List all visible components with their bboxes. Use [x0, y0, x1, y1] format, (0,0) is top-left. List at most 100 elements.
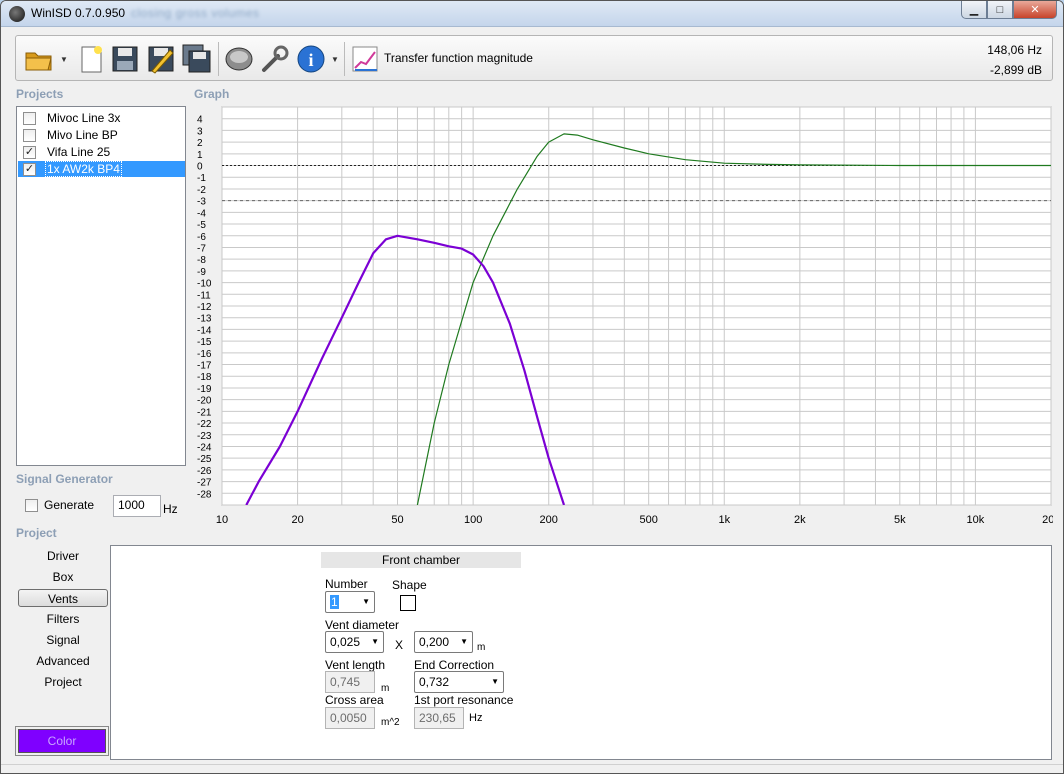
title-bar[interactable]: WinISD 0.7.0.950 closing gross volumes ▁… [1, 1, 1063, 27]
cursor-level-readout: -2,899 dB [989, 63, 1042, 77]
vent-height-value: 0,200 [419, 635, 450, 649]
x-tick-label: 2k [794, 514, 806, 526]
svg-text:i: i [308, 50, 313, 70]
project-checkbox[interactable] [23, 128, 36, 142]
x-tick-label: 100 [464, 514, 482, 526]
vent-length-label: Vent length [325, 658, 386, 672]
save-icon[interactable] [110, 44, 140, 74]
settings-wrench-icon[interactable] [260, 44, 290, 74]
open-folder-icon[interactable] [24, 44, 54, 74]
number-select[interactable]: 1 ▼ [325, 591, 375, 613]
nav-project[interactable]: Project [18, 673, 108, 691]
graph-section-label: Graph [194, 87, 230, 101]
port-resonance-field: 230,65 [414, 707, 464, 729]
vent-height-select[interactable]: 0,200 ▼ [414, 631, 473, 653]
color-button[interactable]: Color [18, 729, 106, 753]
generator-frequency-input[interactable]: 1000 [113, 495, 161, 517]
app-icon [9, 6, 25, 22]
open-dropdown-chevron-down-icon[interactable]: ▼ [60, 55, 68, 64]
x-tick-label: 20 [291, 514, 303, 526]
y-tick-label: -13 [197, 314, 212, 325]
end-correction-value: 0,732 [419, 675, 450, 689]
new-document-icon[interactable] [76, 44, 106, 74]
graph-type-label[interactable]: Transfer function magnitude [384, 51, 533, 65]
y-tick-label: -9 [197, 267, 206, 278]
y-tick-label: -14 [197, 325, 212, 336]
y-tick-label: -1 [197, 173, 206, 184]
save-as-icon[interactable] [146, 44, 176, 74]
nav-advanced[interactable]: Advanced [18, 652, 108, 670]
shape-selector[interactable] [400, 595, 416, 611]
y-tick-label: -2 [197, 185, 206, 196]
close-button[interactable]: ✕ [1013, 1, 1057, 19]
y-tick-label: -3 [197, 197, 206, 208]
project-section-label: Project [16, 526, 57, 540]
shape-label: Shape [392, 578, 427, 592]
cross-area-label: Cross area [325, 693, 384, 707]
project-item[interactable]: Mivo Line BP [18, 127, 185, 143]
nav-vents[interactable]: Vents [18, 589, 108, 607]
project-checkbox[interactable] [23, 111, 36, 125]
info-icon[interactable]: i [296, 44, 326, 74]
nav-driver[interactable]: Driver [18, 547, 108, 565]
y-tick-label: 2 [197, 138, 203, 149]
vent-diameter-select[interactable]: 0,025 ▼ [325, 631, 384, 653]
nav-signal[interactable]: Signal [18, 631, 108, 649]
window-controls: ▁ □ ✕ [961, 1, 1057, 20]
project-item[interactable]: Mivoc Line 3x [18, 110, 185, 126]
x-tick-label: 50 [391, 514, 403, 526]
cross-area-unit: m^2 [381, 717, 400, 728]
y-tick-label: -6 [197, 232, 206, 243]
y-tick-label: 1 [197, 150, 203, 161]
y-tick-label: -16 [197, 349, 212, 360]
nav-box[interactable]: Box [18, 568, 108, 586]
minimize-button[interactable]: ▁ [961, 1, 987, 19]
nav-filters[interactable]: Filters [18, 610, 108, 628]
vent-diameter-value: 0,025 [330, 635, 361, 649]
cross-area-field: 0,0050 [325, 707, 375, 729]
transfer-function-graph[interactable]: 43210-1-2-3-4-5-6-7-8-9-10-11-12-13-14-1… [191, 101, 1053, 529]
toolbar-separator [344, 42, 345, 76]
driver-icon[interactable] [224, 44, 254, 74]
project-checkbox[interactable]: ✓ [23, 145, 36, 159]
vent-diameter-label: Vent diameter [325, 618, 400, 632]
x-tick-label: 5k [894, 514, 906, 526]
save-all-icon[interactable] [182, 44, 212, 74]
generate-toggle[interactable]: Generate [25, 498, 94, 512]
y-tick-label: -26 [197, 466, 212, 477]
vents-panel [110, 545, 1052, 760]
projects-list[interactable]: Mivoc Line 3x Mivo Line BP ✓ Vifa Line 2… [16, 106, 186, 466]
maximize-button[interactable]: □ [987, 1, 1013, 19]
y-tick-label: -28 [197, 489, 212, 500]
x-tick-label: 10 [216, 514, 228, 526]
vent-length-field: 0,745 [325, 671, 375, 693]
info-dropdown-chevron-down-icon[interactable]: ▼ [331, 55, 339, 64]
window-title: WinISD 0.7.0.950 [31, 6, 126, 20]
y-tick-label: -21 [197, 407, 212, 418]
x-tick-label: 10k [967, 514, 985, 526]
y-tick-label: -18 [197, 372, 212, 383]
project-label: Vifa Line 25 [47, 145, 111, 159]
x-tick-label: 500 [639, 514, 657, 526]
project-checkbox[interactable]: ✓ [23, 162, 36, 176]
dimension-times-label: X [395, 638, 404, 652]
x-tick-label: 200 [540, 514, 558, 526]
toolbar-separator [218, 42, 219, 76]
generator-frequency-unit: Hz [163, 502, 178, 516]
project-item[interactable]: ✓ Vifa Line 25 [18, 144, 185, 160]
generate-checkbox[interactable] [25, 498, 38, 512]
graph-icon[interactable] [350, 44, 380, 74]
y-tick-label: -11 [197, 290, 211, 301]
chevron-down-icon: ▼ [362, 597, 370, 606]
end-correction-select[interactable]: 0,732 ▼ [414, 671, 504, 693]
y-tick-label: -17 [197, 361, 212, 372]
signal-generator-label: Signal Generator [16, 472, 113, 486]
y-tick-label: -23 [197, 431, 212, 442]
y-tick-label: 4 [197, 115, 203, 126]
project-item-selected[interactable]: ✓ 1x AW2k BP4 [18, 161, 185, 177]
port-resonance-label: 1st port resonance [414, 693, 514, 707]
chevron-down-icon: ▼ [491, 677, 499, 686]
generate-label: Generate [44, 498, 95, 512]
app-window: WinISD 0.7.0.950 closing gross volumes ▁… [0, 0, 1064, 774]
y-tick-label: -22 [197, 419, 212, 430]
